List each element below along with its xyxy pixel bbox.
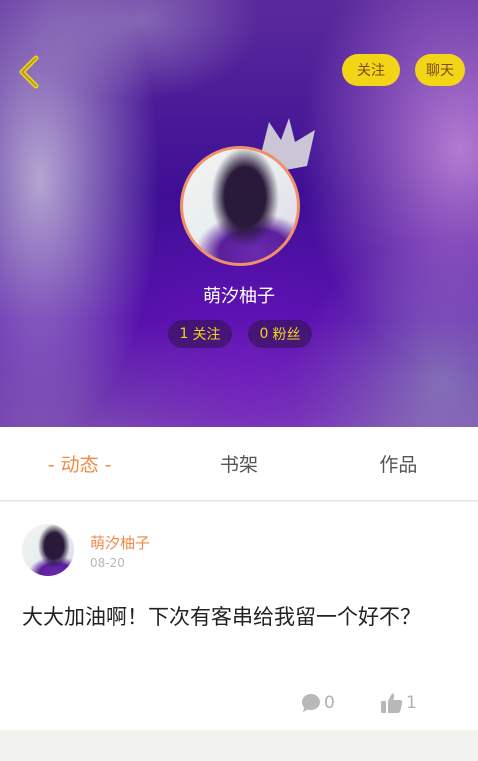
like-count: 1 [406,693,417,713]
post-author-name[interactable]: 萌汐柚子 [90,532,150,553]
fans-stat[interactable]: 0 粉丝 [248,320,312,348]
post-author-avatar[interactable] [22,524,74,576]
avatar[interactable] [180,146,300,266]
tab-works[interactable]: 作品 [319,427,478,500]
following-stat[interactable]: 1 关注 [168,320,232,348]
back-button[interactable] [12,52,48,92]
thumbs-up-icon [381,693,403,713]
comment-button[interactable]: 0 [300,690,335,716]
chevron-left-icon [19,55,39,89]
post-card: 萌汐柚子 08-20 大大加油啊！下次有客串给我留一个好不？ 0 1 [0,502,478,730]
post-text: 大大加油啊！下次有客串给我留一个好不？ [22,605,421,629]
like-button[interactable]: 1 [380,690,417,716]
post-date: 08-20 [90,556,125,570]
following-label: 关注 [192,327,221,343]
tab-bookshelf[interactable]: 书架 [159,427,318,500]
profile-username: 萌汐柚子 [203,286,275,307]
comment-icon [302,694,320,712]
comment-count: 0 [324,693,335,713]
chat-button[interactable]: 聊天 [415,54,465,86]
fans-label: 粉丝 [272,327,301,343]
follow-button[interactable]: 关注 [342,54,400,86]
following-count: 1 [179,326,189,342]
profile-tabs: - 动态 - 书架 作品 [0,427,478,501]
tab-dynamics[interactable]: - 动态 - [0,427,159,500]
fans-count: 0 [259,326,269,342]
footer-divider [0,730,478,761]
